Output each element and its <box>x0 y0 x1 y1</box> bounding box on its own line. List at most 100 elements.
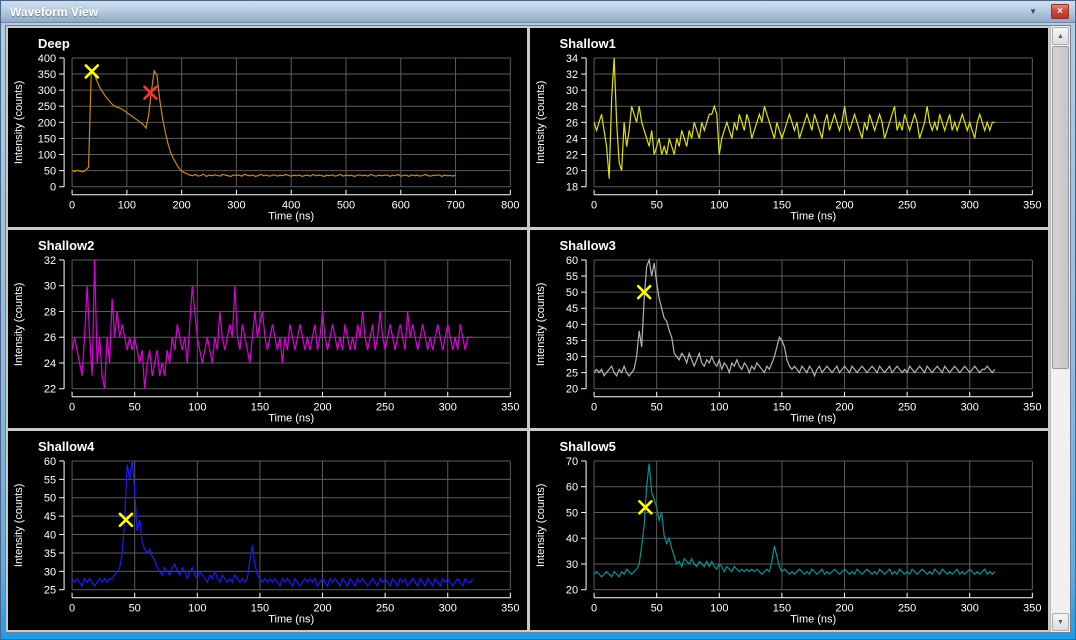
svg-text:50: 50 <box>44 166 56 178</box>
svg-text:500: 500 <box>337 200 355 212</box>
svg-text:50: 50 <box>565 287 577 299</box>
svg-text:300: 300 <box>38 85 56 97</box>
gridlines <box>72 260 510 389</box>
svg-text:150: 150 <box>251 401 269 413</box>
svg-text:50: 50 <box>129 401 141 413</box>
x-axis-label: Time (ns) <box>790 412 836 424</box>
svg-text:22: 22 <box>44 383 56 395</box>
scrollbar-thumb[interactable] <box>1052 46 1069 369</box>
svg-text:20: 20 <box>565 585 577 597</box>
svg-text:150: 150 <box>251 603 269 615</box>
marker-x-icon[interactable] <box>120 514 132 526</box>
svg-text:0: 0 <box>69 603 75 615</box>
close-button[interactable]: × <box>1051 4 1069 19</box>
svg-text:400: 400 <box>38 53 56 65</box>
svg-text:50: 50 <box>129 603 141 615</box>
svg-text:45: 45 <box>565 303 577 315</box>
svg-text:28: 28 <box>44 306 56 318</box>
svg-text:0: 0 <box>591 603 597 615</box>
svg-text:55: 55 <box>565 271 577 283</box>
chart-title: Shallow5 <box>560 439 616 454</box>
svg-text:45: 45 <box>44 511 56 523</box>
scrollbar-track[interactable] <box>1052 46 1069 612</box>
svg-text:26: 26 <box>44 332 56 344</box>
svg-text:35: 35 <box>44 548 56 560</box>
svg-text:28: 28 <box>565 101 577 113</box>
chart-client-area: Deep 05010015020025030035040001002003004… <box>5 25 1071 633</box>
svg-text:30: 30 <box>44 280 56 292</box>
chart-shallow5-plot[interactable]: 203040506070050100150200250300350Intensi… <box>530 431 1049 630</box>
scroll-up-button[interactable]: ▲ <box>1052 27 1069 45</box>
svg-text:100: 100 <box>118 200 136 212</box>
titlebar[interactable]: Waveform View ▼ × <box>1 1 1075 23</box>
svg-text:200: 200 <box>38 117 56 129</box>
svg-text:150: 150 <box>38 133 56 145</box>
svg-text:24: 24 <box>44 358 56 370</box>
x-axis-label: Time (ns) <box>268 412 314 424</box>
svg-text:0: 0 <box>591 401 597 413</box>
chart-title: Deep <box>38 36 70 51</box>
svg-text:100: 100 <box>710 200 728 212</box>
svg-text:200: 200 <box>313 603 331 615</box>
svg-text:50: 50 <box>650 603 662 615</box>
svg-text:350: 350 <box>501 401 519 413</box>
scroll-down-icon: ▼ <box>1057 619 1064 626</box>
y-axis-label: Intensity (counts) <box>535 81 547 165</box>
window-body: Deep 05010015020025030035040001002003004… <box>1 23 1075 639</box>
waveform-trace <box>72 260 473 389</box>
svg-text:800: 800 <box>501 200 519 212</box>
vertical-scrollbar[interactable]: ▲ ▼ <box>1050 26 1070 632</box>
svg-text:70: 70 <box>565 456 577 468</box>
svg-text:50: 50 <box>650 200 662 212</box>
chart-panel-deep: Deep 05010015020025030035040001002003004… <box>8 28 527 227</box>
marker-x-icon[interactable] <box>86 65 98 77</box>
svg-text:200: 200 <box>172 200 190 212</box>
y-axis-label: Intensity (counts) <box>13 81 25 165</box>
chevron-down-icon[interactable]: ▼ <box>1029 1 1037 23</box>
svg-text:32: 32 <box>565 69 577 81</box>
chart-shallow1-plot[interactable]: 182022242628303234050100150200250300350I… <box>530 28 1049 227</box>
chart-title: Shallow4 <box>38 439 94 454</box>
svg-text:150: 150 <box>772 603 790 615</box>
svg-text:200: 200 <box>835 200 853 212</box>
svg-text:250: 250 <box>38 101 56 113</box>
svg-text:18: 18 <box>565 182 577 194</box>
chart-shallow2-plot[interactable]: 222426283032050100150200250300350Intensi… <box>8 230 527 429</box>
svg-text:350: 350 <box>1023 401 1041 413</box>
svg-text:26: 26 <box>565 117 577 129</box>
chart-deep-plot[interactable]: 0501001502002503003504000100200300400500… <box>8 28 527 227</box>
svg-text:350: 350 <box>38 69 56 81</box>
svg-text:40: 40 <box>565 534 577 546</box>
svg-text:22: 22 <box>565 150 577 162</box>
svg-text:600: 600 <box>392 200 410 212</box>
close-icon: × <box>1057 6 1063 17</box>
svg-text:50: 50 <box>44 493 56 505</box>
svg-text:34: 34 <box>565 53 577 65</box>
svg-text:150: 150 <box>772 401 790 413</box>
svg-text:24: 24 <box>565 133 577 145</box>
window-title: Waveform View <box>10 5 1029 19</box>
chart-shallow4-plot[interactable]: 2530354045505560050100150200250300350Int… <box>8 431 527 630</box>
chart-shallow3-plot[interactable]: 202530354045505560050100150200250300350I… <box>530 230 1049 429</box>
axes <box>581 58 1032 195</box>
axes <box>59 260 510 397</box>
y-axis-label: Intensity (counts) <box>535 484 547 568</box>
scroll-down-button[interactable]: ▼ <box>1052 613 1069 631</box>
svg-text:0: 0 <box>69 200 75 212</box>
svg-text:20: 20 <box>565 166 577 178</box>
svg-text:40: 40 <box>44 530 56 542</box>
y-axis-label: Intensity (counts) <box>535 282 547 366</box>
svg-text:250: 250 <box>376 603 394 615</box>
svg-text:32: 32 <box>44 255 56 267</box>
axes <box>581 461 1032 598</box>
svg-text:300: 300 <box>960 603 978 615</box>
svg-text:50: 50 <box>650 401 662 413</box>
svg-text:250: 250 <box>897 603 915 615</box>
waveform-trace <box>594 260 995 376</box>
svg-text:25: 25 <box>44 585 56 597</box>
chart-title: Shallow2 <box>38 238 94 253</box>
svg-text:250: 250 <box>897 200 915 212</box>
svg-text:30: 30 <box>565 85 577 97</box>
svg-text:350: 350 <box>501 603 519 615</box>
svg-text:50: 50 <box>565 508 577 520</box>
